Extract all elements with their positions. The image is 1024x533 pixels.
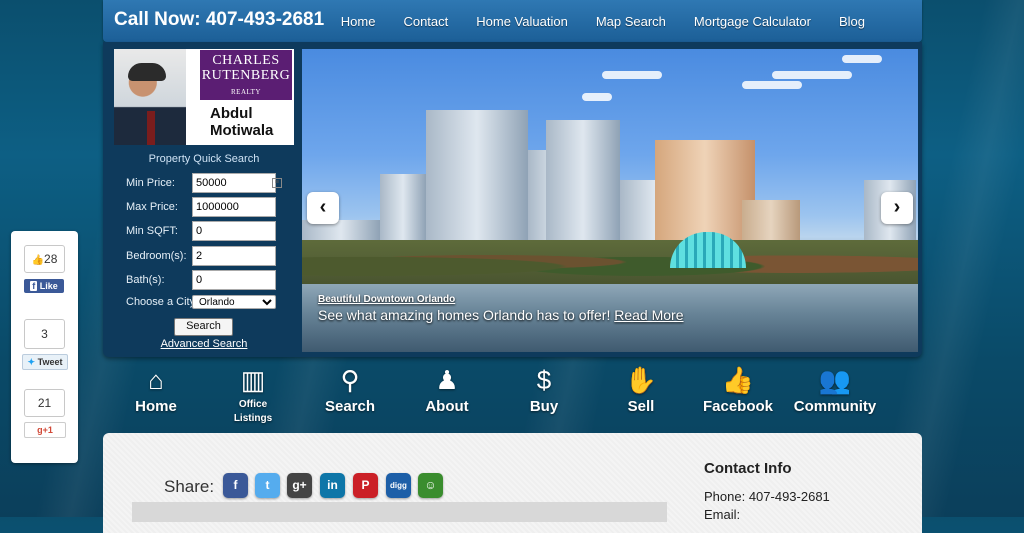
brokerage-logo: CHARLES RUTENBERG REALTY "The Standard of… — [200, 50, 292, 120]
agent-card: CHARLES RUTENBERG REALTY "The Standard of… — [114, 49, 294, 145]
share-facebook-icon[interactable]: f — [223, 473, 248, 498]
person-icon: ♟ — [435, 365, 459, 395]
max-price-input[interactable] — [192, 197, 276, 217]
bedrooms-row: Bedroom(s): — [126, 246, 286, 268]
house-icon: ⌂ — [148, 365, 164, 395]
city-label: Choose a City — [126, 296, 196, 308]
icon-nav-community[interactable]: 👥 Community — [790, 362, 880, 415]
nav-home-valuation[interactable]: Home Valuation — [476, 14, 568, 29]
thumbs-up-icon: 👍 — [721, 365, 755, 395]
min-price-input[interactable] — [192, 173, 276, 193]
facebook-like-button[interactable]: f Like — [24, 279, 64, 293]
hero-panel: CHARLES RUTENBERG REALTY "The Standard of… — [103, 42, 922, 357]
building-icon: ▥ — [240, 365, 266, 395]
icon-nav-sell[interactable]: ✋ Sell — [596, 362, 686, 415]
social-share-sidebar: 👍28 f Like 3 ✦ Tweet 21 g+1 — [11, 231, 78, 463]
share-digg-icon[interactable]: digg — [386, 473, 411, 498]
facebook-like-count: 👍28 — [24, 245, 65, 273]
bedrooms-input[interactable] — [192, 246, 276, 266]
quick-search-title: Property Quick Search — [148, 153, 260, 165]
trees-skyline — [302, 240, 918, 284]
contact-card-icon: ≡ — [272, 178, 282, 188]
nav-mortgage-calculator[interactable]: Mortgage Calculator — [694, 14, 811, 29]
share-stumbleupon-icon[interactable]: ☺ — [418, 473, 443, 498]
magnifier-icon: ⚲ — [340, 365, 360, 395]
icon-nav-facebook[interactable]: 👍 Facebook — [693, 362, 783, 415]
min-sqft-input[interactable] — [192, 221, 276, 241]
icon-nav-office-listings[interactable]: ▥ Office Listings — [208, 362, 298, 426]
min-price-row: Min Price: ≡ — [126, 173, 286, 195]
search-button[interactable]: Search — [174, 318, 233, 336]
nav-blog[interactable]: Blog — [839, 14, 865, 29]
agent-photo — [114, 49, 186, 145]
contact-email: Email: — [704, 507, 741, 522]
article-title-bar — [132, 502, 667, 522]
slide-caption-title[interactable]: Beautiful Downtown Orlando — [318, 294, 455, 305]
read-more-link[interactable]: Read More — [614, 307, 683, 323]
share-twitter-icon[interactable]: t — [255, 473, 280, 498]
nav-home[interactable]: Home — [341, 14, 376, 29]
share-google-plus-icon[interactable]: g+ — [287, 473, 312, 498]
icon-nav: ⌂ Home ▥ Office Listings ⚲ Search ♟ Abou… — [107, 362, 907, 434]
slider-prev-button[interactable]: ‹ — [307, 192, 339, 224]
share-pinterest-icon[interactable]: P — [353, 473, 378, 498]
slide-caption: See what amazing homes Orlando has to of… — [318, 307, 684, 323]
twitter-bird-icon: ✦ — [27, 357, 36, 367]
max-price-row: Max Price: — [126, 197, 286, 219]
share-linkedin-icon[interactable]: in — [320, 473, 345, 498]
tweet-button[interactable]: ✦ Tweet — [22, 354, 68, 370]
nav-map-search[interactable]: Map Search — [596, 14, 666, 29]
icon-nav-search[interactable]: ⚲ Search — [305, 362, 395, 415]
min-sqft-row: Min SQFT: — [126, 221, 286, 243]
slider-next-button[interactable]: › — [881, 192, 913, 224]
agent-name: Abdul Motiwala — [210, 105, 274, 139]
dollar-icon: $ — [536, 365, 552, 395]
advanced-search-link[interactable]: Advanced Search — [103, 338, 305, 350]
contact-info-title: Contact Info — [704, 460, 792, 477]
facebook-icon: f — [30, 281, 38, 291]
call-now-phone: Call Now: 407-493-2681 — [114, 9, 325, 30]
top-bar: Call Now: 407-493-2681 Home Contact Home… — [103, 0, 922, 42]
google-plus-count: 21 — [24, 389, 65, 417]
content-area: Share: f t g+ in P digg ☺ Contact Info P… — [103, 433, 922, 533]
icon-nav-about[interactable]: ♟ About — [402, 362, 492, 415]
share-label: Share: — [164, 477, 215, 496]
contact-phone: Phone: 407-493-2681 — [704, 489, 830, 504]
nav-contact[interactable]: Contact — [403, 14, 448, 29]
bedrooms-label: Bedroom(s): — [126, 250, 187, 262]
baths-input[interactable] — [192, 270, 276, 290]
icon-nav-home[interactable]: ⌂ Home — [111, 362, 201, 415]
min-price-label: Min Price: — [126, 177, 175, 189]
max-price-label: Max Price: — [126, 201, 178, 213]
main-nav: Home Contact Home Valuation Map Search M… — [341, 0, 922, 42]
handshake-icon: ✋ — [624, 365, 658, 395]
icon-nav-buy[interactable]: $ Buy — [499, 362, 589, 415]
baths-row: Bath(s): — [126, 270, 286, 292]
hero-slider: ‹ › Beautiful Downtown Orlando See what … — [302, 49, 918, 352]
google-plus-button[interactable]: g+1 — [24, 422, 66, 438]
tweet-count: 3 — [24, 319, 65, 349]
city-row: Choose a City Orlando — [126, 292, 286, 314]
min-sqft-label: Min SQFT: — [126, 225, 178, 237]
city-select[interactable]: Orlando — [192, 295, 276, 309]
thumbs-up-icon: 👍 — [31, 255, 45, 266]
people-icon: 👥 — [818, 365, 852, 395]
baths-label: Bath(s): — [126, 274, 165, 286]
